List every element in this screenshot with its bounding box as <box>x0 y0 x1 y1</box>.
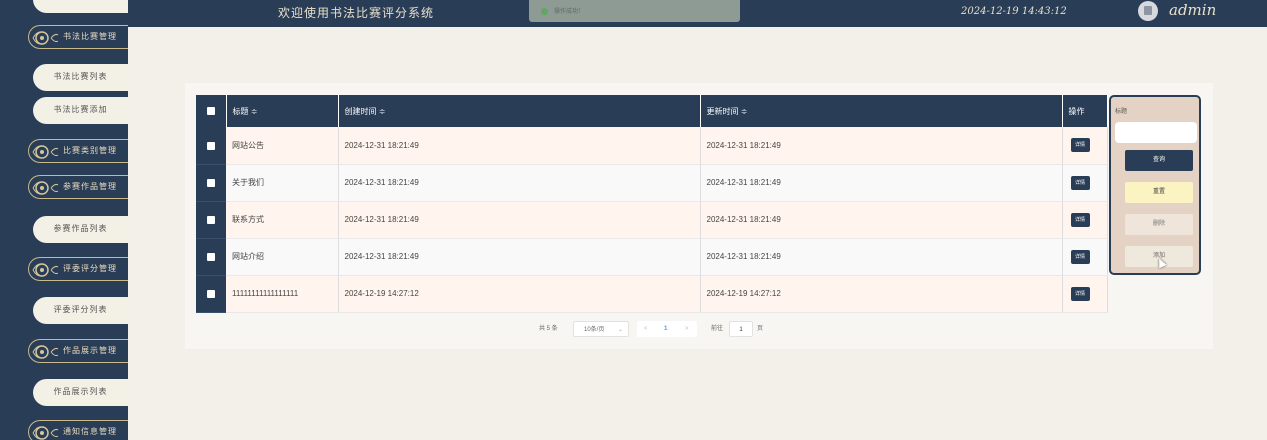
ornament-icon <box>32 145 59 159</box>
data-table: 标题 ≑ 创建时间 ≑ 更新时间 ≑ 操作 网站公告 2024-12-31 18… <box>196 95 1108 313</box>
row-checkbox[interactable] <box>207 252 215 261</box>
cell-title: 网站公告 <box>226 127 339 165</box>
goto-label: 前往 <box>711 326 724 332</box>
ornament-icon <box>32 181 59 195</box>
sidebar: 书法比赛管理 书法比赛列表 书法比赛添加 比赛类别管理 参赛作品管理 参赛作品列… <box>0 0 128 440</box>
row-checkbox[interactable] <box>207 215 215 224</box>
table-row: 11111111111111111 2024-12-19 14:27:12 20… <box>196 275 1108 313</box>
sidebar-group-works[interactable]: 参赛作品管理 <box>28 175 128 199</box>
cell-created: 2024-12-31 18:21:49 <box>338 201 701 239</box>
checkbox-icon[interactable] <box>206 107 215 116</box>
row-checkbox[interactable] <box>207 178 215 187</box>
cell-updated: 2024-12-31 18:21:49 <box>700 164 1063 202</box>
row-checkbox[interactable] <box>207 289 215 298</box>
title-search-input[interactable] <box>1115 122 1197 143</box>
table-row: 网站公告 2024-12-31 18:21:49 2024-12-31 18:2… <box>196 127 1108 165</box>
select-all-checkbox[interactable] <box>196 95 227 127</box>
cell-title: 11111111111111111 <box>226 275 339 313</box>
datetime-display: 2024-12-19 14:43:12 <box>961 6 1067 17</box>
sidebar-item-label: 书法比赛添加 <box>53 105 108 114</box>
page-unit-label: 页 <box>757 326 764 332</box>
sidebar-group-label: 评委评分管理 <box>63 264 117 273</box>
table-row: 关于我们 2024-12-31 18:21:49 2024-12-31 18:2… <box>196 164 1108 202</box>
chevron-down-icon: ⌄ <box>617 327 623 333</box>
delete-button[interactable]: 删除 <box>1125 214 1193 235</box>
success-toast: 操作成功! <box>529 0 740 22</box>
sidebar-group-label: 书法比赛管理 <box>63 32 117 41</box>
cell-updated: 2024-12-31 18:21:49 <box>700 127 1063 165</box>
page-size-select[interactable]: 10条/页 ⌄ <box>573 321 629 337</box>
column-header-created[interactable]: 创建时间 ≑ <box>338 95 701 127</box>
ornament-icon <box>32 31 59 45</box>
sidebar-item-label: 参赛作品列表 <box>53 224 108 233</box>
sidebar-item-works-list[interactable]: 参赛作品列表 <box>33 216 128 243</box>
search-panel: 标题 查询 重置 删除 添加 <box>1109 95 1201 275</box>
username[interactable]: admin <box>1169 1 1216 19</box>
goto-page-input[interactable]: 1 <box>729 321 753 337</box>
sidebar-group-notice[interactable]: 通知信息管理 <box>28 420 128 440</box>
sidebar-item-partial[interactable] <box>33 0 128 13</box>
sidebar-group-category[interactable]: 比赛类别管理 <box>28 139 128 163</box>
row-checkbox[interactable] <box>207 141 215 150</box>
detail-button[interactable]: 详情 <box>1070 138 1090 153</box>
page-title: 欢迎使用书法比赛评分系统 <box>278 6 435 20</box>
table-row: 联系方式 2024-12-31 18:21:49 2024-12-31 18:2… <box>196 201 1108 239</box>
detail-button[interactable]: 详情 <box>1070 175 1090 190</box>
cell-updated: 2024-12-31 18:21:49 <box>700 238 1063 276</box>
sidebar-item-competition-list[interactable]: 书法比赛列表 <box>33 64 128 91</box>
sidebar-group-label: 通知信息管理 <box>63 427 117 436</box>
cell-created: 2024-12-31 18:21:49 <box>338 238 701 276</box>
search-label: 标题 <box>1115 109 1128 115</box>
cell-title: 联系方式 <box>226 201 339 239</box>
table-row: 网站介绍 2024-12-31 18:21:49 2024-12-31 18:2… <box>196 238 1108 276</box>
page-size-value: 10条/页 <box>584 327 605 333</box>
ornament-icon <box>32 426 59 440</box>
ornament-icon <box>32 345 59 359</box>
sidebar-group-label: 作品展示管理 <box>63 346 117 355</box>
pagination-total: 共 5 条 <box>539 326 558 332</box>
sidebar-item-label: 评委评分列表 <box>53 305 108 314</box>
detail-button[interactable]: 详情 <box>1070 286 1090 301</box>
table-header-row: 标题 ≑ 创建时间 ≑ 更新时间 ≑ 操作 <box>196 95 1108 127</box>
cell-updated: 2024-12-19 14:27:12 <box>700 275 1063 313</box>
column-header-action: 操作 <box>1062 95 1108 127</box>
cell-updated: 2024-12-31 18:21:49 <box>700 201 1063 239</box>
column-header-title[interactable]: 标题 ≑ <box>226 95 339 127</box>
sidebar-group-label: 参赛作品管理 <box>63 182 117 191</box>
avatar-icon[interactable] <box>1138 1 1158 21</box>
cell-title: 网站介绍 <box>226 238 339 276</box>
detail-button[interactable]: 详情 <box>1070 249 1090 264</box>
cell-created: 2024-12-31 18:21:49 <box>338 127 701 165</box>
reset-button[interactable]: 重置 <box>1125 182 1193 203</box>
sidebar-group-showcase[interactable]: 作品展示管理 <box>28 339 128 363</box>
sidebar-item-competition-add[interactable]: 书法比赛添加 <box>33 97 128 124</box>
next-page-button[interactable]: > <box>685 321 689 337</box>
toast-message: 操作成功! <box>554 8 581 15</box>
sidebar-item-label: 作品展示列表 <box>53 387 108 396</box>
prev-page-button[interactable]: < <box>644 321 648 337</box>
sidebar-group-label: 比赛类别管理 <box>63 146 117 155</box>
sidebar-group-scoring[interactable]: 评委评分管理 <box>28 257 128 281</box>
cell-title: 关于我们 <box>226 164 339 202</box>
detail-button[interactable]: 详情 <box>1070 212 1090 227</box>
column-header-updated[interactable]: 更新时间 ≑ <box>700 95 1063 127</box>
sidebar-group-competition[interactable]: 书法比赛管理 <box>28 25 128 49</box>
sidebar-item-scoring-list[interactable]: 评委评分列表 <box>33 297 128 324</box>
success-icon <box>541 8 548 15</box>
ornament-icon <box>32 263 59 277</box>
query-button[interactable]: 查询 <box>1125 150 1193 171</box>
page-number-current[interactable]: 1 <box>664 321 667 337</box>
cell-created: 2024-12-19 14:27:12 <box>338 275 701 313</box>
cell-created: 2024-12-31 18:21:49 <box>338 164 701 202</box>
sidebar-item-label: 书法比赛列表 <box>53 72 108 81</box>
sidebar-item-showcase-list[interactable]: 作品展示列表 <box>33 379 128 406</box>
page-navigator: < 1 > <box>637 321 697 337</box>
